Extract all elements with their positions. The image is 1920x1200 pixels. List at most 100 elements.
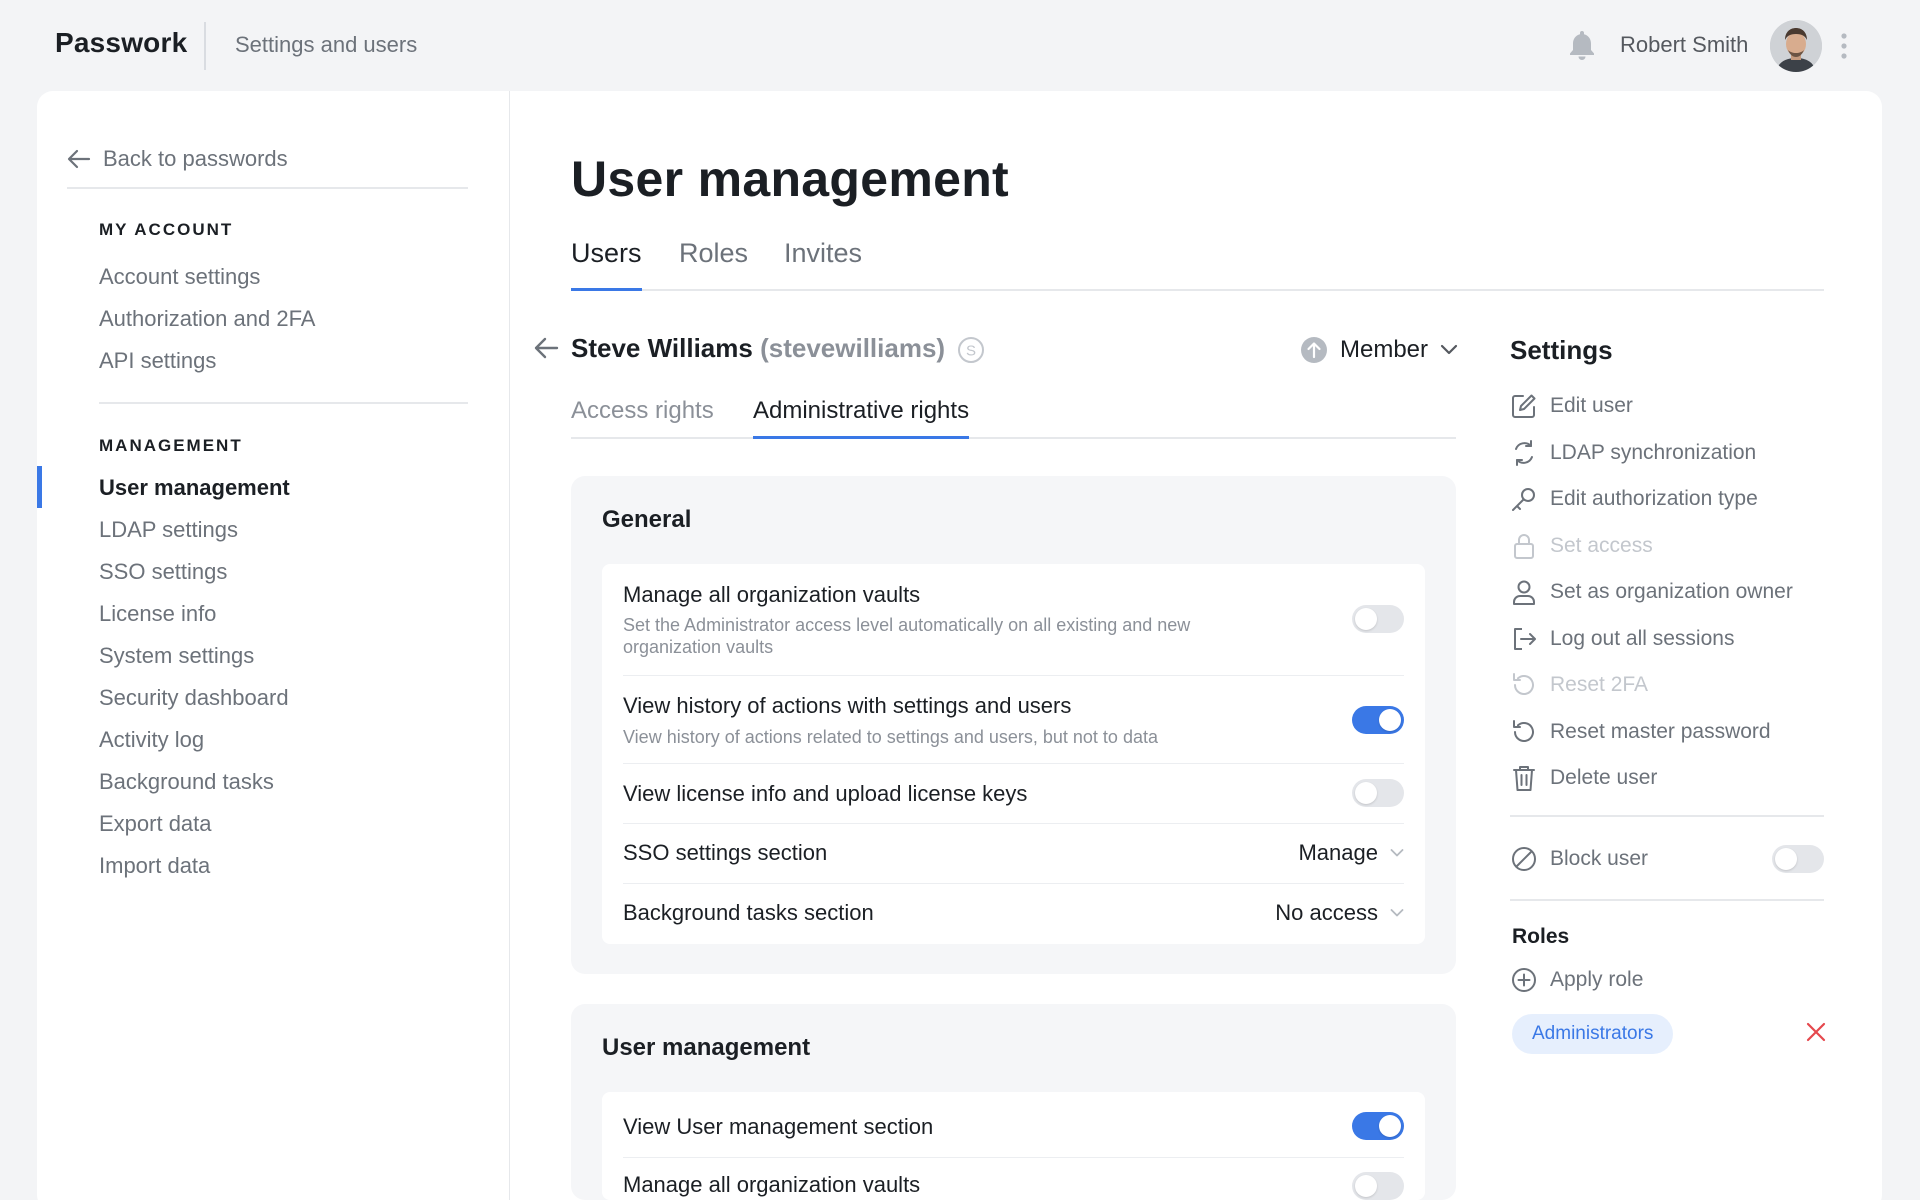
active-indicator	[37, 466, 42, 508]
setting-row-title: View User management section	[623, 1114, 934, 1139]
edit-user-action[interactable]: Edit user	[1510, 392, 1633, 420]
sidebar-item-account-settings[interactable]: Account settings	[99, 264, 260, 290]
logout-icon	[1510, 625, 1538, 653]
back-arrow-icon[interactable]	[533, 336, 559, 360]
setting-row-title: Background tasks section	[623, 900, 874, 925]
role-chip-administrators[interactable]: Administrators	[1512, 1014, 1674, 1054]
user-role-label: Member	[1340, 336, 1429, 363]
set-access-label: Set access	[1550, 534, 1653, 557]
block-user-row: Block user	[1510, 845, 1648, 873]
current-user-name[interactable]: Robert Smith	[1620, 32, 1748, 58]
tab-invites[interactable]: Invites	[784, 238, 862, 291]
setting-row: Manage all organization vaults	[623, 1158, 1404, 1200]
delete-user-action[interactable]: Delete user	[1510, 764, 1657, 792]
settings-divider	[1510, 815, 1824, 817]
set-owner-label: Set as organization owner	[1550, 580, 1793, 603]
tab-users[interactable]: Users	[571, 238, 642, 291]
avatar[interactable]	[1770, 20, 1822, 72]
rights-tabs: Access rights Administrative rights	[571, 397, 1456, 439]
user-login: (stevewilliams)	[760, 333, 946, 363]
select-value: Manage	[1298, 840, 1378, 865]
app-logo[interactable]: Passwork	[55, 27, 187, 59]
general-panel: General Manage all organization vaults S…	[571, 476, 1456, 974]
setting-row: Background tasks section No access	[623, 884, 1404, 944]
key-icon	[1510, 485, 1538, 513]
edit-auth-type-label: Edit authorization type	[1550, 487, 1758, 510]
plus-circle-icon	[1510, 966, 1538, 994]
sidebar-divider	[509, 91, 510, 1200]
manage-organization-vaults-toggle[interactable]	[1352, 1172, 1404, 1200]
person-icon	[1510, 578, 1538, 606]
back-to-passwords-label: Back to passwords	[103, 146, 288, 171]
s-badge-icon: S	[957, 336, 985, 364]
main-tabs: Users Roles Invites	[571, 238, 1824, 291]
sidebar-item-system-settings[interactable]: System settings	[99, 643, 254, 669]
sidebar-item-user-management[interactable]: User management	[99, 475, 290, 501]
setting-row: SSO settings section Manage	[623, 824, 1404, 884]
setting-row-title: Manage all organization vaults	[623, 582, 921, 607]
logout-sessions-action[interactable]: Log out all sessions	[1510, 625, 1734, 653]
setting-row-title: View history of actions with settings an…	[623, 693, 1072, 718]
apply-role-button[interactable]: Apply role	[1510, 966, 1643, 994]
trash-icon	[1510, 764, 1538, 792]
settings-divider	[1510, 899, 1824, 901]
edit-user-label: Edit user	[1550, 394, 1633, 417]
setting-row: Manage all organization vaults Set the A…	[623, 564, 1404, 676]
edit-icon	[1510, 392, 1538, 420]
set-owner-action[interactable]: Set as organization owner	[1510, 578, 1793, 606]
setting-row: View history of actions with settings an…	[623, 676, 1404, 764]
edit-auth-type-action[interactable]: Edit authorization type	[1510, 485, 1758, 513]
user-role-dropdown[interactable]: Member	[1300, 336, 1458, 364]
sidebar-item-activity-log[interactable]: Activity log	[99, 727, 204, 753]
tab-roles[interactable]: Roles	[679, 238, 748, 291]
sidebar-item-ldap-settings[interactable]: LDAP settings	[99, 517, 238, 543]
sidebar-item-sso-settings[interactable]: SSO settings	[99, 559, 227, 585]
arrow-left-icon	[67, 149, 91, 169]
tab-access-rights[interactable]: Access rights	[571, 397, 714, 439]
bell-icon[interactable]	[1567, 29, 1597, 61]
sidebar-item-security-dashboard[interactable]: Security dashboard	[99, 685, 289, 711]
setting-row: View license info and upload license key…	[623, 764, 1404, 824]
set-access-action: Set access	[1510, 532, 1653, 560]
reset-icon	[1510, 671, 1538, 699]
setting-row-title: Manage all organization vaults	[623, 1172, 921, 1197]
view-user-management-toggle[interactable]	[1352, 1112, 1404, 1140]
background-tasks-select[interactable]: No access	[1275, 900, 1404, 926]
sidebar-item-import-data[interactable]: Import data	[99, 853, 210, 879]
management-heading: MANAGEMENT	[99, 436, 243, 455]
more-menu-icon[interactable]	[1840, 32, 1848, 60]
sidebar-item-background-tasks[interactable]: Background tasks	[99, 769, 274, 795]
settings-title: Settings	[1510, 335, 1613, 365]
page-title: User management	[571, 151, 1009, 207]
ldap-sync-action[interactable]: LDAP synchronization	[1510, 439, 1756, 467]
sync-icon	[1510, 439, 1538, 467]
reset-master-password-action[interactable]: Reset master password	[1510, 718, 1771, 746]
user-management-panel-title: User management	[602, 1034, 811, 1061]
delete-user-label: Delete user	[1550, 766, 1658, 789]
setting-row-description: View history of actions related to setti…	[623, 727, 1158, 747]
roles-title: Roles	[1512, 925, 1570, 948]
select-value: No access	[1275, 900, 1378, 925]
sidebar-item-export-data[interactable]: Export data	[99, 811, 212, 837]
reset-master-password-label: Reset master password	[1550, 720, 1771, 743]
view-history-toggle[interactable]	[1352, 706, 1404, 734]
manage-vaults-toggle[interactable]	[1352, 605, 1404, 633]
tab-administrative-rights[interactable]: Administrative rights	[753, 397, 970, 439]
sso-settings-select[interactable]: Manage	[1298, 840, 1404, 866]
sidebar-item-authorization-2fa[interactable]: Authorization and 2FA	[99, 306, 315, 332]
reset-2fa-label: Reset 2FA	[1550, 673, 1649, 696]
lock-icon	[1510, 532, 1538, 560]
s-badge-letter: S	[966, 343, 976, 360]
arrow-up-circle-icon	[1300, 336, 1328, 364]
sidebar-item-license-info[interactable]: License info	[99, 601, 216, 627]
close-icon[interactable]	[1806, 1022, 1826, 1042]
block-user-toggle[interactable]	[1772, 845, 1824, 873]
view-license-toggle[interactable]	[1352, 779, 1404, 807]
header-divider	[204, 22, 206, 70]
sidebar-item-api-settings[interactable]: API settings	[99, 348, 216, 374]
user-heading: Steve Williams (stevewilliams)	[571, 333, 945, 364]
top-bar: Passwork Settings and users Robert Smith	[0, 0, 1920, 92]
setting-row-title: View license info and upload license key…	[623, 781, 1028, 806]
header-section-title: Settings and users	[235, 32, 418, 57]
back-to-passwords-link[interactable]: Back to passwords	[67, 146, 288, 172]
